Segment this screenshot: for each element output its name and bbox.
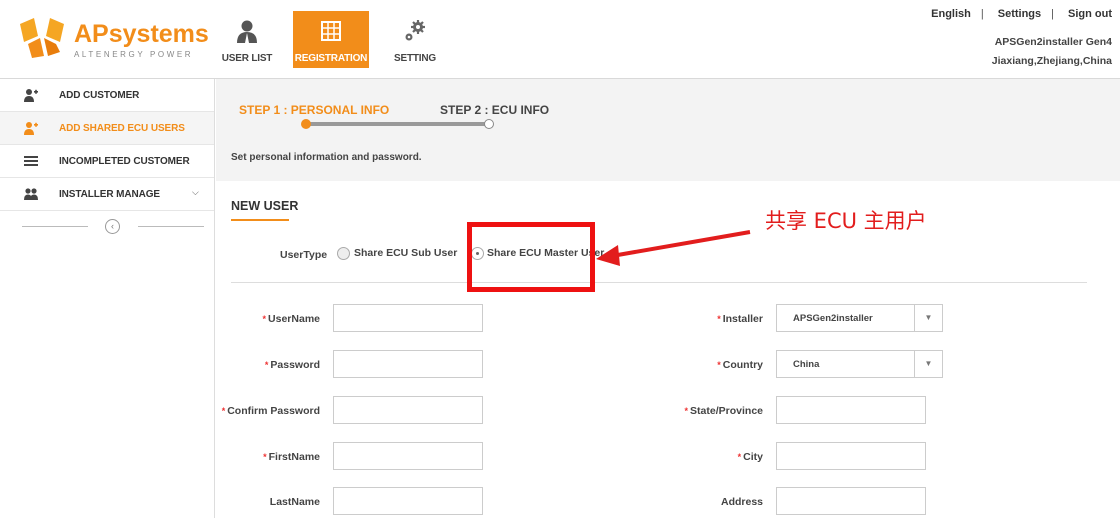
logo-wordmark: APsystems [74, 20, 209, 48]
add-user-icon [24, 89, 38, 102]
step-description: Set personal information and password. [231, 152, 422, 163]
username-field[interactable] [333, 304, 483, 332]
sidebar-item-incompleted-customer[interactable]: INCOMPLETED CUSTOMER [0, 145, 214, 178]
nav-user-list[interactable]: USER LIST [209, 11, 285, 68]
installer-select[interactable]: APSGen2installer ▼ [776, 304, 943, 332]
installer-select-value: APSGen2installer [793, 313, 873, 324]
steps-panel: STEP 1 : PERSONAL INFO STEP 2 : ECU INFO… [216, 79, 1120, 181]
country-select-value: China [793, 359, 820, 370]
link-separator: | [980, 8, 984, 20]
chevron-down-icon[interactable]: ⌵ [192, 187, 199, 198]
state-province-field[interactable] [776, 396, 926, 424]
confirm-password-field[interactable] [333, 396, 483, 424]
english-link[interactable]: English [931, 8, 971, 20]
password-label: * Password [264, 359, 320, 371]
list-icon [24, 156, 38, 166]
username-label: * UserName [262, 313, 320, 325]
gears-icon [405, 20, 425, 41]
sidebar-collapse-row: ‹ [22, 219, 204, 235]
user-icon [237, 20, 257, 43]
share-ecu-sub-user-radio[interactable] [337, 247, 350, 260]
password-field[interactable] [333, 350, 483, 378]
address-field[interactable] [776, 487, 926, 515]
nav-registration-label: REGISTRATION [294, 53, 368, 64]
grid-icon [321, 21, 341, 41]
link-separator: | [1051, 8, 1054, 20]
state-province-label: * State/Province [684, 405, 763, 417]
dropdown-arrow-icon[interactable]: ▼ [914, 351, 942, 377]
nav-user-list-label: USER LIST [221, 53, 273, 64]
logo-icon [20, 18, 64, 58]
main-content: STEP 1 : PERSONAL INFO STEP 2 : ECU INFO… [216, 79, 1120, 518]
firstname-label: * FirstName [263, 451, 320, 463]
city-label: * City [737, 451, 763, 463]
users-icon [24, 188, 38, 200]
sidebar-item-label: ADD CUSTOMER [59, 90, 140, 101]
step-1-label: STEP 1 : PERSONAL INFO [239, 103, 390, 117]
sidebar-item-add-customer[interactable]: ADD CUSTOMER [0, 79, 214, 112]
step-2-label: STEP 2 : ECU INFO [440, 103, 550, 117]
apsystems-logo[interactable]: APsystems ALTENERGY POWER [18, 14, 209, 64]
step-progress-track [308, 122, 488, 126]
firstname-field[interactable] [333, 442, 483, 470]
lastname-field[interactable] [333, 487, 483, 515]
usertype-label: UserType [280, 249, 328, 261]
annotation-text: 共享 ECU 主用户 [765, 209, 927, 233]
sidebar-item-label: ADD SHARED ECU USERS [59, 123, 185, 134]
installer-label: * Installer [717, 313, 763, 325]
add-user-icon [24, 122, 38, 135]
step-1-marker [301, 119, 311, 129]
divider [231, 282, 1087, 283]
collapse-sidebar-icon[interactable]: ‹ [105, 219, 120, 234]
country-label: * Country [717, 359, 763, 371]
nav-registration[interactable]: REGISTRATION [293, 11, 369, 68]
section-title-underline [231, 219, 289, 221]
country-select[interactable]: China ▼ [776, 350, 943, 378]
nav-setting[interactable]: SETTING [377, 11, 453, 68]
sidebar-item-label: INCOMPLETED CUSTOMER [59, 156, 190, 167]
settings-link[interactable]: Settings [998, 8, 1041, 20]
divider [22, 226, 88, 227]
address-label: Address [720, 496, 763, 508]
section-title: NEW USER [231, 199, 299, 213]
header: APsystems ALTENERGY POWER USER LIST REGI… [0, 0, 1120, 79]
current-user-location: Jiaxiang,Zhejiang,China [991, 55, 1112, 67]
lastname-label: LastName [269, 496, 320, 508]
nav-setting-label: SETTING [394, 53, 436, 64]
current-user-name: APSGen2installer Gen4 [994, 36, 1112, 48]
sign-out-link[interactable]: Sign out [1068, 8, 1112, 20]
divider [138, 226, 204, 227]
sidebar: ADD CUSTOMER ADD SHARED ECU USERS INCOMP… [0, 79, 215, 518]
dropdown-arrow-icon[interactable]: ▼ [914, 305, 942, 331]
sidebar-item-installer-manage[interactable]: INSTALLER MANAGE ⌵ [0, 178, 214, 211]
sidebar-item-add-shared-ecu-users[interactable]: ADD SHARED ECU USERS [0, 112, 214, 145]
top-links: English | Settings | Sign out [927, 8, 1112, 20]
annotation-arrow-icon [596, 230, 751, 266]
annotation-highlight-box [467, 222, 595, 292]
share-ecu-sub-user-label[interactable]: Share ECU Sub User [354, 247, 457, 259]
logo-tagline: ALTENERGY POWER [74, 50, 194, 59]
sidebar-item-label: INSTALLER MANAGE [59, 189, 160, 200]
step-2-marker [484, 119, 494, 129]
confirm-password-label: * Confirm Password [221, 405, 320, 417]
city-field[interactable] [776, 442, 926, 470]
